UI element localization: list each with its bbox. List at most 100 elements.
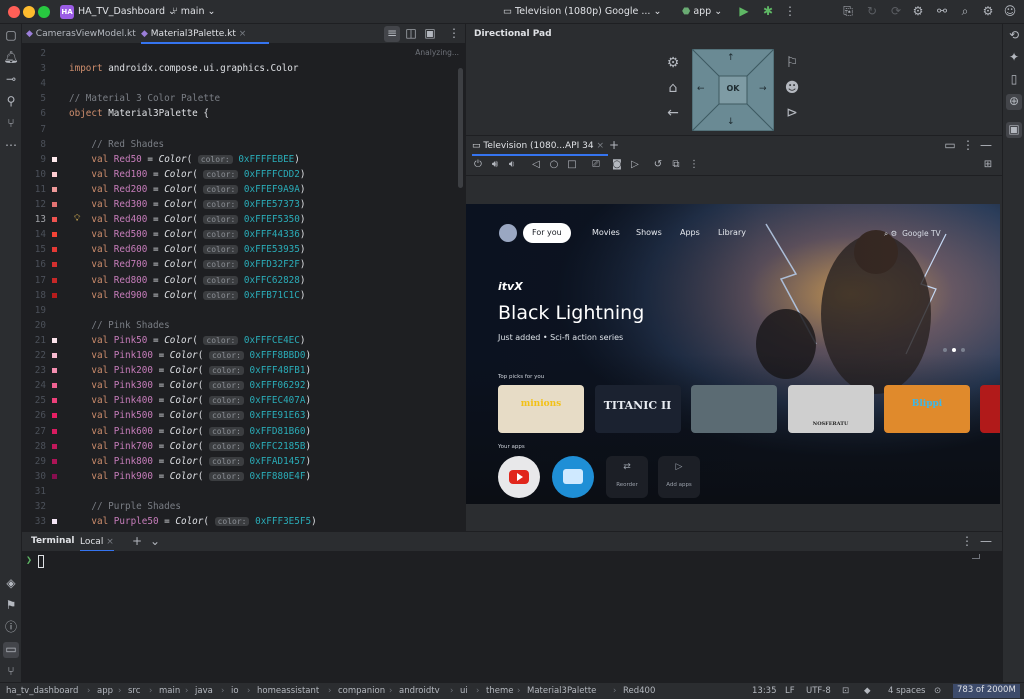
content-card[interactable]: minions <box>498 385 584 433</box>
gradle-sync-icon[interactable]: ⟲ <box>1006 28 1022 44</box>
code-line[interactable]: 4 <box>22 76 465 91</box>
color-swatch-icon[interactable] <box>52 473 57 479</box>
reorder-button[interactable]: ⇄ Reorder <box>606 456 648 498</box>
split-view-icon[interactable]: ◫ <box>403 26 419 42</box>
code-line[interactable]: 28 val Pink700 = Color( color: 0xFFC2185… <box>22 439 465 454</box>
add-apps-button[interactable]: ▷ Add apps <box>658 456 700 498</box>
tv-nav-for-you[interactable]: For you <box>523 223 571 243</box>
code-line[interactable]: 6 object Material3Palette { <box>22 106 465 121</box>
play-box-icon[interactable]: ⊳ <box>784 106 800 122</box>
resize-handle[interactable] <box>972 554 980 559</box>
inspection-icon[interactable]: ◆ <box>864 686 871 696</box>
code-line[interactable]: 19 <box>22 303 465 318</box>
color-swatch-icon[interactable] <box>52 398 57 404</box>
tab-television-emulator[interactable]: ▭ Television (1080...API 34 × <box>472 136 608 156</box>
new-terminal-icon[interactable]: + <box>129 534 145 550</box>
more-icon[interactable]: ⋮ <box>446 26 462 42</box>
tab-local[interactable]: Local × <box>80 532 114 552</box>
breadcrumb-item[interactable]: io <box>231 686 239 696</box>
mirror-icon[interactable]: ⧉ <box>668 158 684 174</box>
pull-requests-icon[interactable]: ⑂ <box>3 116 19 132</box>
dpad-ok-button[interactable]: OK <box>719 84 747 93</box>
person-icon[interactable]: ☻ <box>784 81 800 97</box>
search-icon[interactable]: ⌕ <box>957 4 973 20</box>
minimize-window-button[interactable] <box>23 6 35 18</box>
structure-icon[interactable]: ⚲ <box>3 94 19 110</box>
sync-icon[interactable]: ⚙ <box>910 4 926 20</box>
settings-icon[interactable]: ⚙ <box>891 229 898 238</box>
volume-up-icon[interactable]: 🔊︎ <box>487 158 503 174</box>
back-button-icon[interactable]: ◁ <box>528 158 544 174</box>
color-swatch-icon[interactable] <box>52 202 57 207</box>
breadcrumb-item[interactable]: Red400 <box>623 686 655 696</box>
screen-record-icon[interactable]: ▷ <box>627 158 643 174</box>
code-line[interactable]: 7 <box>22 122 465 137</box>
content-card[interactable]: NOSFERATU <box>787 385 874 433</box>
breadcrumb-item[interactable]: src <box>128 686 140 696</box>
content-card[interactable]: TITANIC II <box>594 385 681 433</box>
close-window-button[interactable] <box>8 6 20 18</box>
code-line[interactable]: 29 val Pink800 = Color( color: 0xFFAD145… <box>22 454 465 469</box>
color-swatch-icon[interactable] <box>52 383 57 389</box>
code-line[interactable]: 2 <box>22 46 465 61</box>
breadcrumb-item[interactable]: Material3Palette <box>527 686 596 696</box>
chevron-down-icon[interactable]: ⌄ <box>147 534 163 550</box>
minimize-icon[interactable]: — <box>978 138 994 154</box>
code-line[interactable]: 10 val Red100 = Color( color: 0xFFFFCDD2… <box>22 167 465 182</box>
color-swatch-icon[interactable] <box>52 519 57 525</box>
color-swatch-icon[interactable] <box>52 186 57 192</box>
content-card[interactable]: Blippi <box>884 385 970 433</box>
dpad-down-button[interactable]: ↓ <box>727 117 735 127</box>
tv-nav-library[interactable]: Library <box>709 223 755 243</box>
code-line[interactable]: 20 // Pink Shades <box>22 318 465 333</box>
color-swatch-icon[interactable] <box>52 171 57 177</box>
emulator-icon[interactable]: ▣ <box>1006 122 1022 138</box>
tv-nav-movies[interactable]: Movies <box>583 223 629 243</box>
window-icon[interactable]: ▭ <box>942 138 958 154</box>
gradle-icon[interactable]: ◈ <box>3 576 19 592</box>
search-icon[interactable]: ⌕ <box>884 229 888 238</box>
code-line[interactable]: 14 val Red500 = Color( color: 0xFFF44336… <box>22 227 465 242</box>
code-line[interactable]: 13 💡︎ val Red400 = Color( color: 0xFFEF53… <box>22 212 465 227</box>
profile-avatar[interactable] <box>499 224 517 242</box>
settings-icon[interactable]: ⚙ <box>665 56 681 72</box>
color-swatch-icon[interactable] <box>52 156 57 162</box>
home-icon[interactable]: ⌂ <box>665 81 681 97</box>
apply-changes-icon[interactable]: ↻ <box>864 4 880 20</box>
volume-down-icon[interactable]: 🔉︎ <box>504 158 520 174</box>
home-button-icon[interactable]: ○ <box>546 158 562 174</box>
version-control-icon[interactable]: ⑂ <box>3 664 19 680</box>
code-line[interactable]: 24 val Pink300 = Color( color: 0xFFF0629… <box>22 378 465 393</box>
breadcrumb-item[interactable]: ha_tv_dashboard <box>6 686 78 696</box>
indent-setting[interactable]: 4 spaces <box>888 686 925 696</box>
breadcrumb-item[interactable]: java <box>195 686 213 696</box>
back-icon[interactable]: ← <box>665 106 681 122</box>
breadcrumb-item[interactable]: theme <box>486 686 513 696</box>
device-selector[interactable]: ▭ Television (1080p) Google ... ⌄ <box>503 6 661 17</box>
tv-nav-apps[interactable]: Apps <box>671 223 709 243</box>
code-line[interactable]: 27 val Pink600 = Color( color: 0xFFD81B6… <box>22 424 465 439</box>
breadcrumb-item[interactable]: app <box>97 686 113 696</box>
color-swatch-icon[interactable] <box>52 353 57 358</box>
tv-screen[interactable]: For you Movies Shows Apps Library ⌕ ⚙ Google… <box>466 204 1000 504</box>
branch-switcher[interactable]: ⑂ main ⌄ <box>172 6 215 17</box>
color-swatch-icon[interactable] <box>52 247 57 253</box>
code-line[interactable]: 5 // Material 3 Color Palette <box>22 91 465 106</box>
build-variants-icon[interactable]: ⚑ <box>3 598 19 614</box>
dpad-right-button[interactable]: → <box>759 84 767 94</box>
color-swatch-icon[interactable] <box>52 277 57 283</box>
more-icon[interactable]: ⋮ <box>782 4 798 20</box>
code-line[interactable]: 9 val Red50 = Color( color: 0xFFFFEBEE) <box>22 152 465 167</box>
tab-material3-palette[interactable]: ◆ Material3Palette.kt × <box>141 24 269 44</box>
color-swatch-icon[interactable] <box>52 217 57 223</box>
device-explorer-icon[interactable]: ▯ <box>1006 72 1022 88</box>
profiler-icon[interactable]: ⚯ <box>934 4 950 20</box>
project-icon[interactable]: ▢ <box>3 28 19 44</box>
color-swatch-icon[interactable] <box>52 428 57 434</box>
content-card[interactable] <box>691 385 777 433</box>
dpad-left-button[interactable]: ← <box>697 84 705 94</box>
breadcrumb-item[interactable]: companion <box>338 686 385 696</box>
lock-icon[interactable]: ⊙ <box>934 686 941 696</box>
code-view-icon[interactable]: ≡ <box>384 26 400 42</box>
code-line[interactable]: 17 val Red800 = Color( color: 0xFFC62828… <box>22 273 465 288</box>
